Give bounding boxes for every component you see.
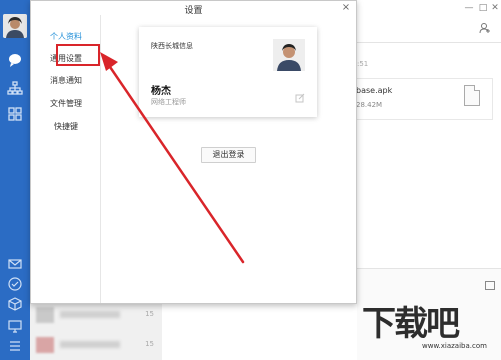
file-size: 28.42M xyxy=(356,101,383,109)
nav-item-notifications[interactable]: 消息通知 xyxy=(31,75,101,86)
nav-item-shortcuts[interactable]: 快捷键 xyxy=(31,121,101,132)
user-avatar[interactable] xyxy=(3,14,27,38)
nav-item-file-management[interactable]: 文件管理 xyxy=(31,98,101,109)
profile-name: 杨杰 xyxy=(151,86,171,97)
dialog-close-button[interactable]: × xyxy=(340,2,352,14)
watermark-logo: 下载吧 xyxy=(362,304,460,344)
header-divider xyxy=(357,42,501,43)
close-window-icon[interactable]: ✕ xyxy=(489,2,501,14)
list-item-number: 15 xyxy=(145,340,154,348)
file-message-card[interactable]: base.apk 28.42M xyxy=(345,78,493,120)
chat-box-icon[interactable] xyxy=(485,281,495,290)
profile-card: 陕西长城信息 杨杰 网络工程师 xyxy=(139,27,317,117)
add-contact-icon[interactable] xyxy=(479,22,491,34)
file-name: base.apk xyxy=(356,86,393,95)
maximize-icon[interactable]: □ xyxy=(477,2,489,14)
list-item-blurred-text xyxy=(60,341,120,348)
profile-company: 陕西长城信息 xyxy=(151,42,193,50)
list-item-number: 15 xyxy=(145,310,154,318)
check-circle-icon[interactable] xyxy=(7,276,23,292)
mail-icon[interactable] xyxy=(7,256,23,272)
list-item[interactable]: 15 xyxy=(34,334,158,356)
window-controls: — □ ✕ xyxy=(357,0,501,18)
list-item-avatar xyxy=(36,307,54,323)
conversation-list-bottom: 15 15 xyxy=(30,304,162,360)
screen-share-icon[interactable] xyxy=(7,318,23,334)
file-icon xyxy=(464,85,480,106)
annotation-highlight-box xyxy=(56,44,100,66)
org-chart-icon[interactable] xyxy=(7,80,23,96)
profile-job-title: 网络工程师 xyxy=(151,98,186,106)
left-rail xyxy=(0,0,30,360)
watermark: 下载吧 www.xiazaiba.com xyxy=(358,292,501,360)
watermark-url: www.xiazaiba.com xyxy=(422,342,487,350)
nav-item-profile[interactable]: 个人资料 xyxy=(31,31,101,42)
message-time: :51 xyxy=(357,60,369,68)
apps-grid-icon[interactable] xyxy=(7,106,23,122)
list-item-avatar xyxy=(36,337,54,353)
profile-photo[interactable] xyxy=(273,39,305,71)
minimize-icon[interactable]: — xyxy=(463,2,475,14)
cube-icon[interactable] xyxy=(7,296,23,312)
edit-icon[interactable] xyxy=(295,93,305,103)
list-item-blurred-text xyxy=(60,311,120,318)
chat-icon[interactable] xyxy=(7,52,23,68)
list-item[interactable]: 15 xyxy=(34,304,158,326)
menu-icon[interactable] xyxy=(7,338,23,354)
logout-button[interactable]: 退出登录 xyxy=(201,147,256,163)
